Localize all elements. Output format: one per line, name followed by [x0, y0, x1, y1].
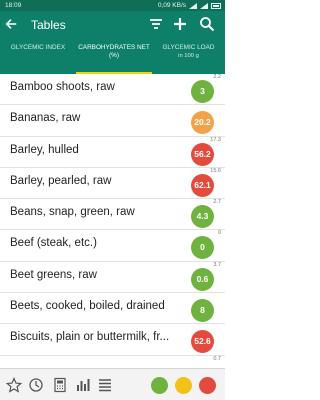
glycemic-load-badge: 20.2: [191, 111, 214, 135]
tab-bar: GLYCEMIC INDEX CARBOHYDRATES NET (%) GLY…: [0, 38, 225, 74]
green-filter-dot[interactable]: [151, 377, 168, 394]
filter-icon[interactable]: [148, 16, 164, 32]
signal-icon: [189, 2, 197, 9]
small-value: 0.7: [213, 355, 221, 362]
page-title: Tables: [31, 18, 66, 32]
small-value: 2.7: [213, 199, 221, 206]
list-item[interactable]: Beet greens, raw 3.7 0.6: [0, 261, 225, 294]
list-item[interactable]: Beets, cooked, boiled, drained 8: [0, 293, 225, 325]
food-name: Bamboo shoots, raw: [10, 81, 115, 93]
list-item[interactable]: Beans, snap, green, raw 2.7 4.3: [0, 199, 225, 231]
glycemic-load-badge: 0.6: [191, 267, 214, 291]
food-list[interactable]: Bamboo shoots, raw 2.2 3 Bananas, raw 20.2 Ba…: [0, 74, 225, 368]
status-speed: 0,09 KB/s: [157, 2, 186, 9]
glycemic-load-badge: 4.3: [191, 205, 214, 229]
glycemic-load-badge: 8: [191, 299, 214, 323]
small-value: 3.7: [213, 261, 221, 268]
food-name: Bananas, raw: [10, 112, 81, 125]
list-item[interactable]: Barley, pearled, raw 15.6 62.1: [0, 167, 225, 200]
wifi-icon: [200, 2, 208, 9]
tab-glycemic-index[interactable]: GLYCEMIC INDEX: [0, 38, 76, 74]
food-name: Beef (steak, etc.): [10, 237, 97, 250]
food-name: Beet greens, raw: [10, 268, 97, 281]
small-value: 2.2: [213, 74, 221, 80]
tab-glycemic-load[interactable]: GLYCEMIC LOAD in 100 g: [152, 38, 225, 74]
food-name: Beans, snap, green, raw: [10, 206, 135, 219]
list-item[interactable]: Biscuits, plain or buttermilk, fr... 52.6: [0, 324, 225, 356]
list-item[interactable]: Bamboo shoots, raw 2.2 3: [0, 74, 225, 106]
battery-icon: [211, 2, 221, 9]
glycemic-load-badge: 56.2: [191, 142, 214, 166]
small-value: 17.3: [210, 136, 221, 143]
star-icon[interactable]: [6, 377, 22, 393]
glycemic-load-badge: 62.1: [191, 173, 214, 197]
small-value: 15.6: [210, 167, 221, 174]
status-time: 18:09: [5, 2, 22, 9]
status-indicators: 0,09 KB/s: [158, 2, 221, 9]
glycemic-load-badge: 3: [191, 80, 214, 103]
yellow-filter-dot[interactable]: [175, 377, 192, 394]
app-bar: Tables: [0, 11, 225, 38]
small-value: 0: [217, 230, 221, 237]
list-item[interactable]: Bananas, raw 20.2: [0, 105, 225, 137]
list-item[interactable]: 0.7: [0, 356, 225, 368]
list-item[interactable]: Barley, hulled 17.3 56.2: [0, 137, 225, 168]
bar-chart-icon[interactable]: [75, 377, 91, 393]
list-icon[interactable]: [97, 377, 113, 393]
red-filter-dot[interactable]: [199, 377, 216, 394]
food-name: Biscuits, plain or buttermilk, fr...: [10, 331, 170, 344]
glycemic-load-badge: 0: [191, 236, 214, 260]
bottom-bar: [0, 368, 225, 400]
calculator-icon[interactable]: [52, 377, 68, 393]
add-icon[interactable]: [172, 16, 188, 32]
tab-carbohydrates-net[interactable]: CARBOHYDRATES NET (%): [76, 38, 152, 74]
food-name: Barley, pearled, raw: [10, 174, 112, 187]
food-name: Barley, hulled: [10, 143, 79, 156]
history-icon[interactable]: [28, 377, 44, 393]
list-item[interactable]: Beef (steak, etc.) 0 0: [0, 230, 225, 262]
status-bar: 18:09 0,09 KB/s: [0, 0, 225, 11]
back-arrow-icon[interactable]: [4, 17, 18, 31]
search-icon[interactable]: [199, 16, 215, 32]
food-name: Beets, cooked, boiled, drained: [10, 300, 165, 313]
glycemic-load-badge: 52.6: [191, 330, 214, 354]
